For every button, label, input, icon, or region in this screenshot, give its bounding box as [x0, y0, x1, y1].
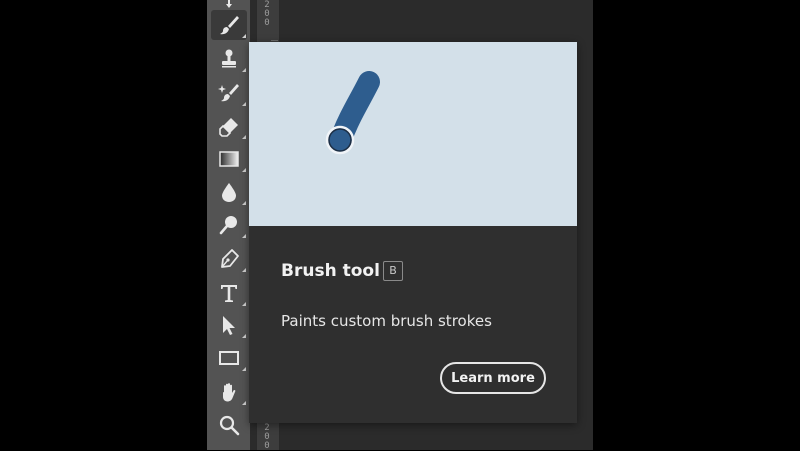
flyout-indicator — [242, 302, 246, 306]
move-icon — [226, 0, 232, 8]
path-selection-icon — [223, 316, 235, 335]
eraser-tool[interactable] — [211, 111, 247, 141]
gradient-tool[interactable] — [211, 144, 247, 174]
flyout-indicator — [242, 401, 246, 405]
tool-preview — [249, 42, 577, 226]
flyout-indicator — [242, 201, 246, 205]
healing-brush-icon — [218, 84, 239, 102]
tooltip-title: Brush tool — [281, 261, 380, 281]
flyout-indicator — [242, 102, 246, 106]
zoom-tool[interactable] — [211, 410, 247, 440]
clone-stamp-tool[interactable] — [211, 44, 247, 74]
learn-more-button[interactable]: Learn more — [440, 362, 546, 394]
type-icon — [221, 285, 237, 302]
gradient-icon — [219, 151, 239, 167]
brush-icon — [220, 16, 239, 35]
flyout-indicator — [242, 367, 246, 371]
rectangle-tool[interactable] — [211, 343, 247, 373]
hand-tool[interactable] — [211, 377, 247, 407]
ruler-label-bottom: 200 — [264, 423, 270, 451]
dodge-tool[interactable] — [211, 210, 247, 240]
ruler-label-top: 200 — [264, 0, 270, 28]
tools-panel — [207, 0, 250, 450]
path-selection-tool[interactable] — [211, 310, 247, 340]
flyout-indicator — [242, 135, 246, 139]
brush-stroke-illustration — [325, 71, 380, 155]
eraser-icon — [219, 118, 238, 137]
clone-stamp-icon — [222, 49, 236, 68]
rectangle-icon — [219, 351, 239, 365]
type-tool[interactable] — [211, 278, 247, 308]
flyout-indicator — [242, 268, 246, 272]
blur-drop-icon — [222, 183, 236, 202]
flyout-indicator — [242, 34, 246, 38]
pen-icon — [221, 249, 239, 268]
hand-icon — [223, 383, 236, 402]
flyout-indicator — [242, 234, 246, 238]
shortcut-key-badge: B — [383, 261, 403, 281]
healing-brush-tool[interactable] — [211, 78, 247, 108]
flyout-indicator — [242, 168, 246, 172]
flyout-indicator — [242, 68, 246, 72]
zoom-icon — [219, 415, 240, 436]
blur-tool[interactable] — [211, 177, 247, 207]
tooltip-description: Paints custom brush strokes — [281, 312, 492, 330]
flyout-indicator — [242, 334, 246, 338]
pen-tool[interactable] — [211, 244, 247, 274]
dodge-icon — [219, 216, 237, 235]
brush-tool[interactable] — [211, 10, 247, 40]
rich-tooltip: Brush tool B Paints custom brush strokes… — [249, 42, 577, 423]
